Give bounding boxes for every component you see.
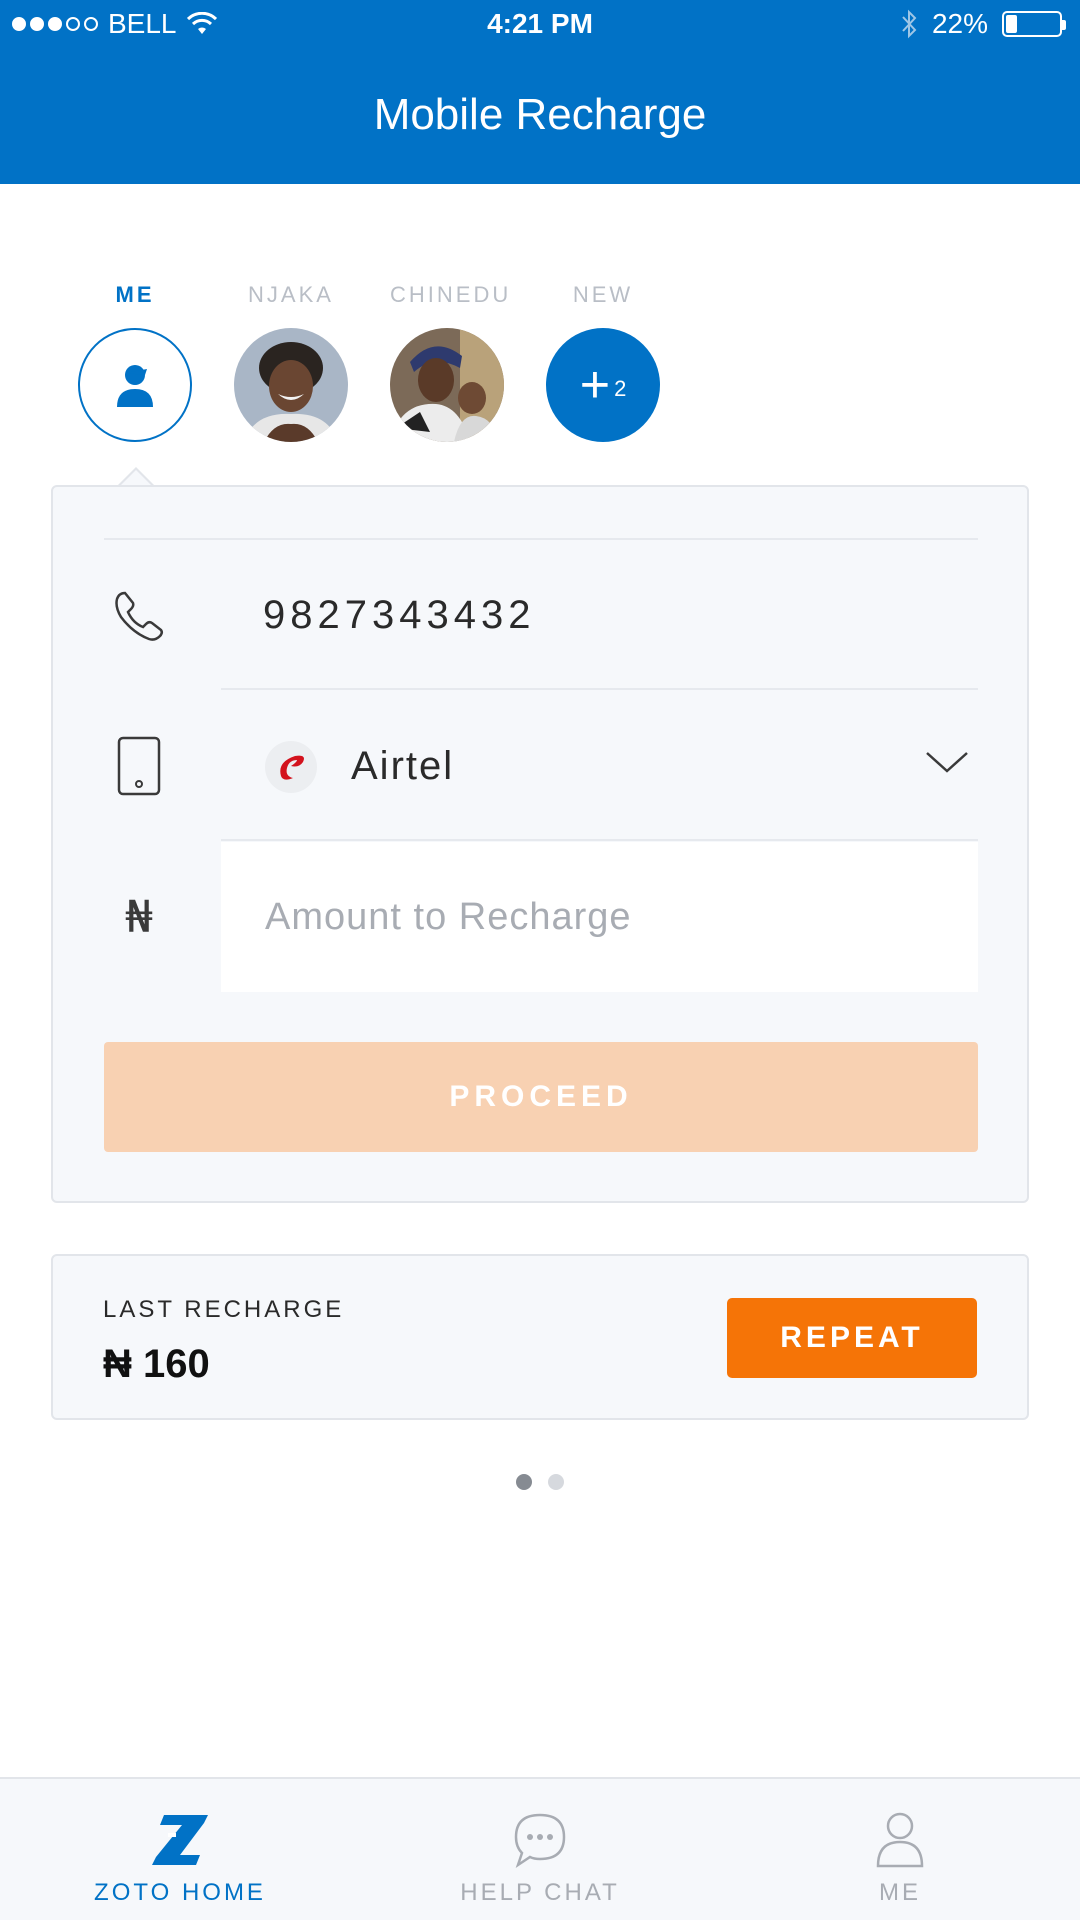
operator-name: Airtel [351, 744, 455, 788]
status-bar: BELL 4:21 PM 22% [0, 0, 1080, 52]
operator-row[interactable]: Airtel [53, 691, 1029, 841]
tab-me[interactable]: ME [780, 1779, 1020, 1920]
mobile-device-icon [109, 736, 169, 796]
contact-me[interactable]: ME [78, 280, 192, 442]
amount-input[interactable] [221, 842, 978, 992]
naira-currency-icon: ₦ [125, 891, 153, 943]
avatar[interactable] [78, 328, 192, 442]
amount-row: ₦ [53, 842, 1029, 992]
contact-name: CHINEDU [390, 282, 512, 307]
zoto-logo-icon [150, 1809, 210, 1869]
contact-name: ME [115, 282, 155, 307]
phone-number-row[interactable]: 9827343432 [53, 540, 1029, 690]
contact-name: NJAKA [248, 282, 334, 307]
tab-zoto-home[interactable]: ZOTO HOME [60, 1779, 300, 1920]
plus-icon: + [579, 356, 611, 414]
phone-icon [109, 585, 169, 645]
divider [221, 688, 978, 690]
tab-label: ZOTO HOME [94, 1879, 266, 1906]
contact-njaka[interactable]: NJAKA [234, 280, 348, 442]
new-contact-count: 2 [614, 376, 627, 401]
recharge-form-card: 9827343432 Airtel ₦ PROCEED [51, 485, 1029, 1203]
tab-help-chat[interactable]: HELP CHAT [420, 1779, 660, 1920]
contact-new[interactable]: NEW + 2 [546, 280, 660, 442]
tab-label: ME [879, 1879, 921, 1906]
bluetooth-icon [902, 9, 917, 39]
phone-number-value: 9827343432 [263, 593, 536, 637]
battery-percentage: 22% [931, 8, 988, 39]
avatar[interactable] [234, 328, 348, 442]
contact-photo [234, 328, 348, 442]
last-recharge-amount: ₦ 160 [103, 1342, 210, 1386]
chevron-down-icon[interactable] [925, 747, 969, 777]
bottom-tab-bar: ZOTO HOME HELP CHAT ME [0, 1777, 1080, 1920]
last-recharge-label: LAST RECHARGE [103, 1296, 345, 1323]
contact-photo [390, 328, 504, 442]
page-indicator [0, 1474, 1080, 1490]
page-dot[interactable] [548, 1474, 564, 1490]
last-recharge-card: LAST RECHARGE ₦ 160 REPEAT [51, 1254, 1029, 1420]
airtel-logo-icon [265, 741, 317, 793]
contact-chinedu[interactable]: CHINEDU [390, 280, 512, 442]
contact-name: NEW [572, 282, 634, 307]
card-pointer [118, 467, 154, 486]
contact-selector: ME NJAKA CHINEDU NEW + 2 [78, 280, 678, 442]
status-right: 22% [900, 8, 1066, 40]
page-title: Mobile Recharge [373, 90, 707, 139]
chat-bubble-icon [510, 1809, 570, 1869]
add-contact-button[interactable]: + 2 [546, 328, 660, 442]
user-icon [117, 365, 153, 407]
page-dot[interactable] [516, 1474, 532, 1490]
profile-icon [870, 1809, 930, 1869]
app-header: BELL 4:21 PM 22% Mobile Recharge [0, 0, 1080, 184]
avatar[interactable] [390, 328, 504, 442]
tab-label: HELP CHAT [460, 1879, 620, 1906]
proceed-button[interactable]: PROCEED [104, 1042, 978, 1152]
battery-icon [1002, 11, 1066, 37]
divider [221, 839, 978, 841]
repeat-button[interactable]: REPEAT [727, 1298, 977, 1378]
